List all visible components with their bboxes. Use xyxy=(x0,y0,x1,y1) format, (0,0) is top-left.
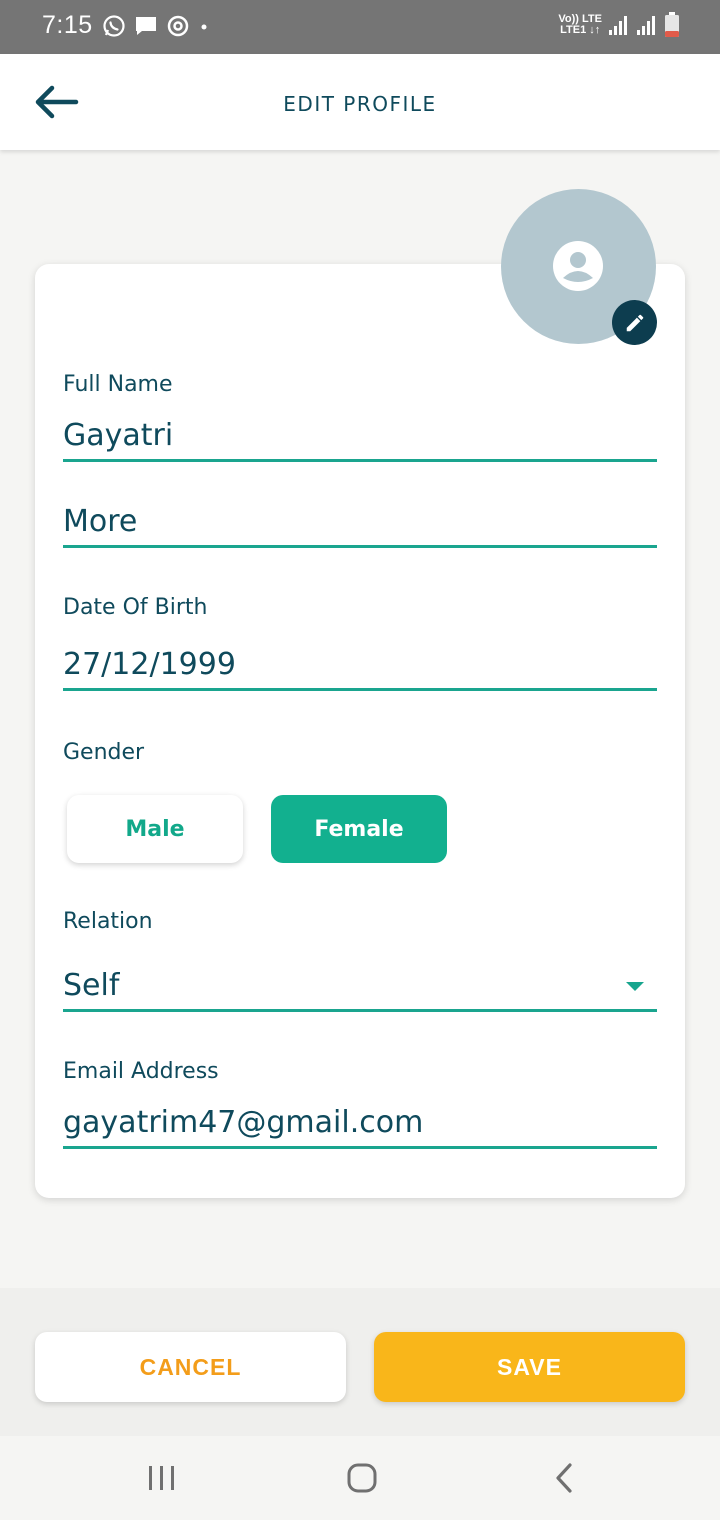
message-icon xyxy=(136,17,156,35)
first-name-input[interactable]: Gayatri xyxy=(63,418,657,462)
relation-label: Relation xyxy=(63,909,153,934)
dot-icon xyxy=(201,24,207,30)
back-chevron-icon xyxy=(556,1463,572,1493)
account-circle-icon xyxy=(553,241,603,291)
home-icon xyxy=(347,1463,377,1493)
gender-female-button[interactable]: Female xyxy=(271,795,447,863)
email-label: Email Address xyxy=(63,1059,219,1084)
system-nav-bar xyxy=(0,1436,720,1520)
status-icons-left xyxy=(102,14,210,38)
gender-label: Gender xyxy=(63,740,145,765)
gender-male-button[interactable]: Male xyxy=(67,795,243,863)
cancel-button[interactable]: CANCEL xyxy=(35,1332,346,1402)
signal-icon xyxy=(637,16,655,35)
full-name-label: Full Name xyxy=(63,372,173,397)
last-name-input[interactable]: More xyxy=(63,504,657,548)
email-input[interactable]: gayatrim47@gmail.com xyxy=(63,1105,657,1149)
signal-icon xyxy=(609,16,627,35)
status-icons-right: Vo)) LTE LTE1 ↓↑ xyxy=(558,12,680,38)
save-button[interactable]: SAVE xyxy=(374,1332,685,1402)
home-button[interactable] xyxy=(342,1458,382,1498)
chevron-down-icon[interactable] xyxy=(626,982,644,991)
whatsapp-icon xyxy=(103,15,125,37)
system-back-button[interactable] xyxy=(544,1458,584,1498)
battery-icon xyxy=(665,12,679,37)
status-time: 7:15 xyxy=(42,11,93,39)
app-header: EDIT PROFILE xyxy=(0,54,720,150)
recents-button[interactable] xyxy=(142,1458,182,1498)
page-title: EDIT PROFILE xyxy=(283,92,437,116)
dob-label: Date Of Birth xyxy=(63,595,208,620)
dob-input[interactable]: 27/12/1999 xyxy=(63,647,657,691)
profile-card xyxy=(35,264,685,1198)
status-bar: 7:15 Vo)) LTE LTE1 ↓↑ xyxy=(0,0,720,54)
pencil-icon xyxy=(626,314,643,331)
edit-photo-button[interactable] xyxy=(612,300,657,345)
relation-select[interactable]: Self xyxy=(63,968,657,1012)
recents-icon xyxy=(149,1466,174,1490)
sync-icon xyxy=(167,15,189,37)
network-indicator: Vo)) LTE LTE1 ↓↑ xyxy=(558,13,602,36)
